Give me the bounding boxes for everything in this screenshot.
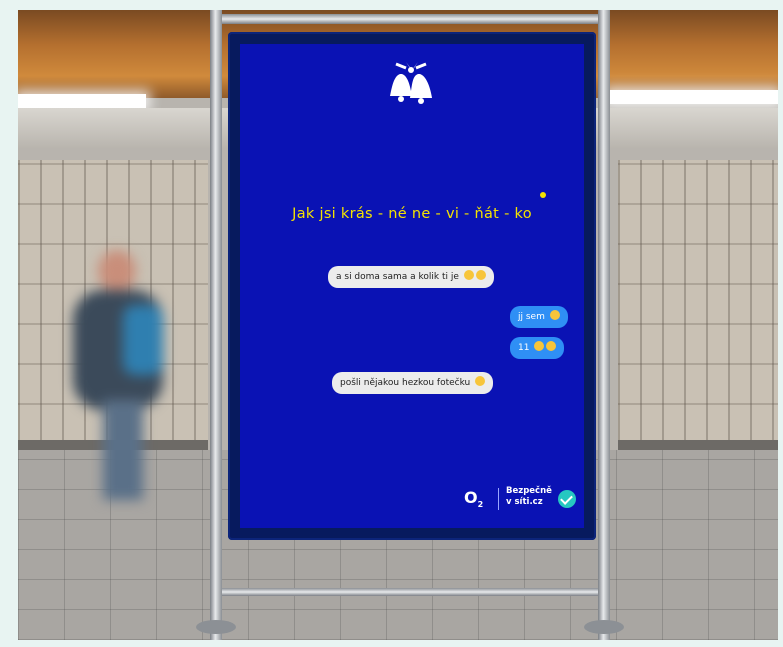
- emoji-icon: [549, 310, 560, 320]
- stand-post: [598, 10, 610, 640]
- tagline-line: v síti.cz: [506, 497, 543, 507]
- subway-photo: Jak jsi krás - né ne - vi - ňát - ko a s…: [18, 10, 778, 640]
- message-text: 11: [518, 343, 530, 353]
- stand-foot: [196, 620, 236, 634]
- stand-post: [210, 10, 222, 640]
- bells-icon: [390, 62, 432, 104]
- poster: Jak jsi krás - né ne - vi - ňát - ko a s…: [240, 44, 584, 528]
- tiled-wall: [618, 160, 778, 445]
- emoji-icon: [475, 270, 486, 280]
- stand-foot: [584, 620, 624, 634]
- message-bubble-sent: jj sem: [510, 306, 568, 328]
- emoji-icon: [475, 376, 486, 386]
- brand-tagline: Bezpečně v síti.cz: [506, 486, 552, 508]
- message-text: jj sem: [518, 312, 545, 322]
- message-bubble-sent: 11: [510, 337, 565, 359]
- ceiling-light: [18, 94, 146, 108]
- stand-crossbar: [210, 14, 610, 24]
- emoji-icon: [463, 270, 474, 280]
- tagline-line: Bezpečně: [506, 486, 552, 496]
- brand-separator: [498, 488, 499, 510]
- o2-logo: O2: [464, 488, 484, 510]
- blurred-person: [58, 250, 168, 510]
- message-bubble-received: a si doma sama a kolik ti je: [328, 266, 494, 288]
- emoji-icon: [534, 341, 545, 351]
- message-text: a si doma sama a kolik ti je: [336, 272, 459, 282]
- emoji-icon: [546, 341, 557, 351]
- check-icon: [558, 490, 576, 508]
- stand-crossbar: [210, 588, 610, 596]
- message-bubble-received: pošli nějakou hezkou fotečku: [332, 372, 494, 394]
- message-text: pošli nějakou hezkou fotečku: [340, 378, 471, 388]
- ceiling-light: [608, 90, 778, 104]
- poster-headline: Jak jsi krás - né ne - vi - ňát - ko: [292, 206, 532, 222]
- headline-dot: [540, 192, 546, 198]
- o2-brand: O2 Bezpečně v síti.cz: [464, 484, 580, 514]
